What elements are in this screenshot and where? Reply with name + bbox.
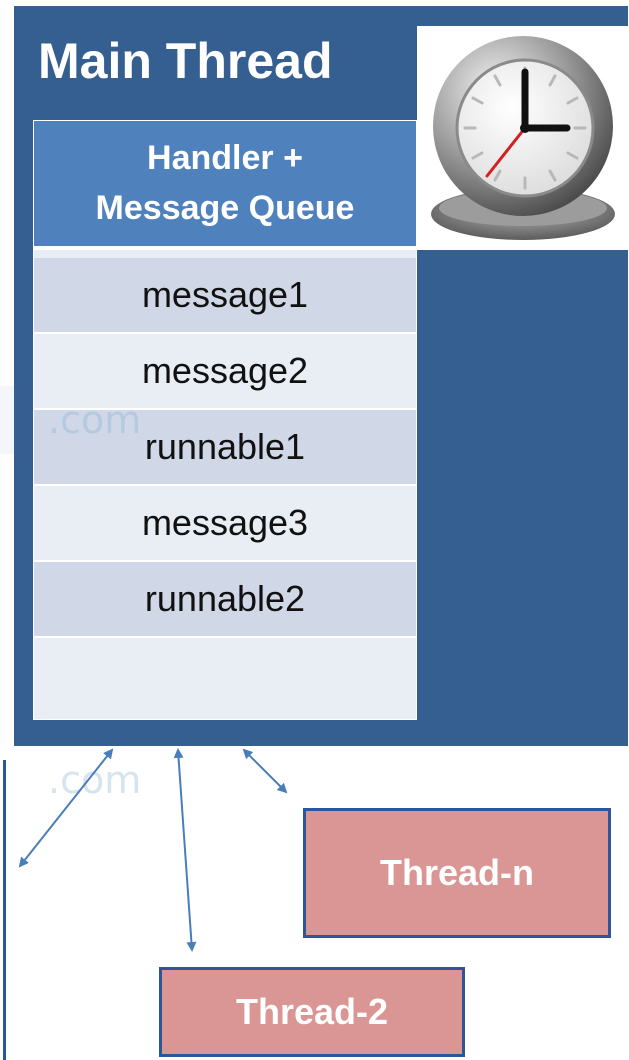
arrow-thread-n xyxy=(242,748,288,794)
arrow-thread-2 xyxy=(173,748,197,952)
arrow-thread-1 xyxy=(18,748,114,868)
arrows-layer xyxy=(18,748,288,952)
